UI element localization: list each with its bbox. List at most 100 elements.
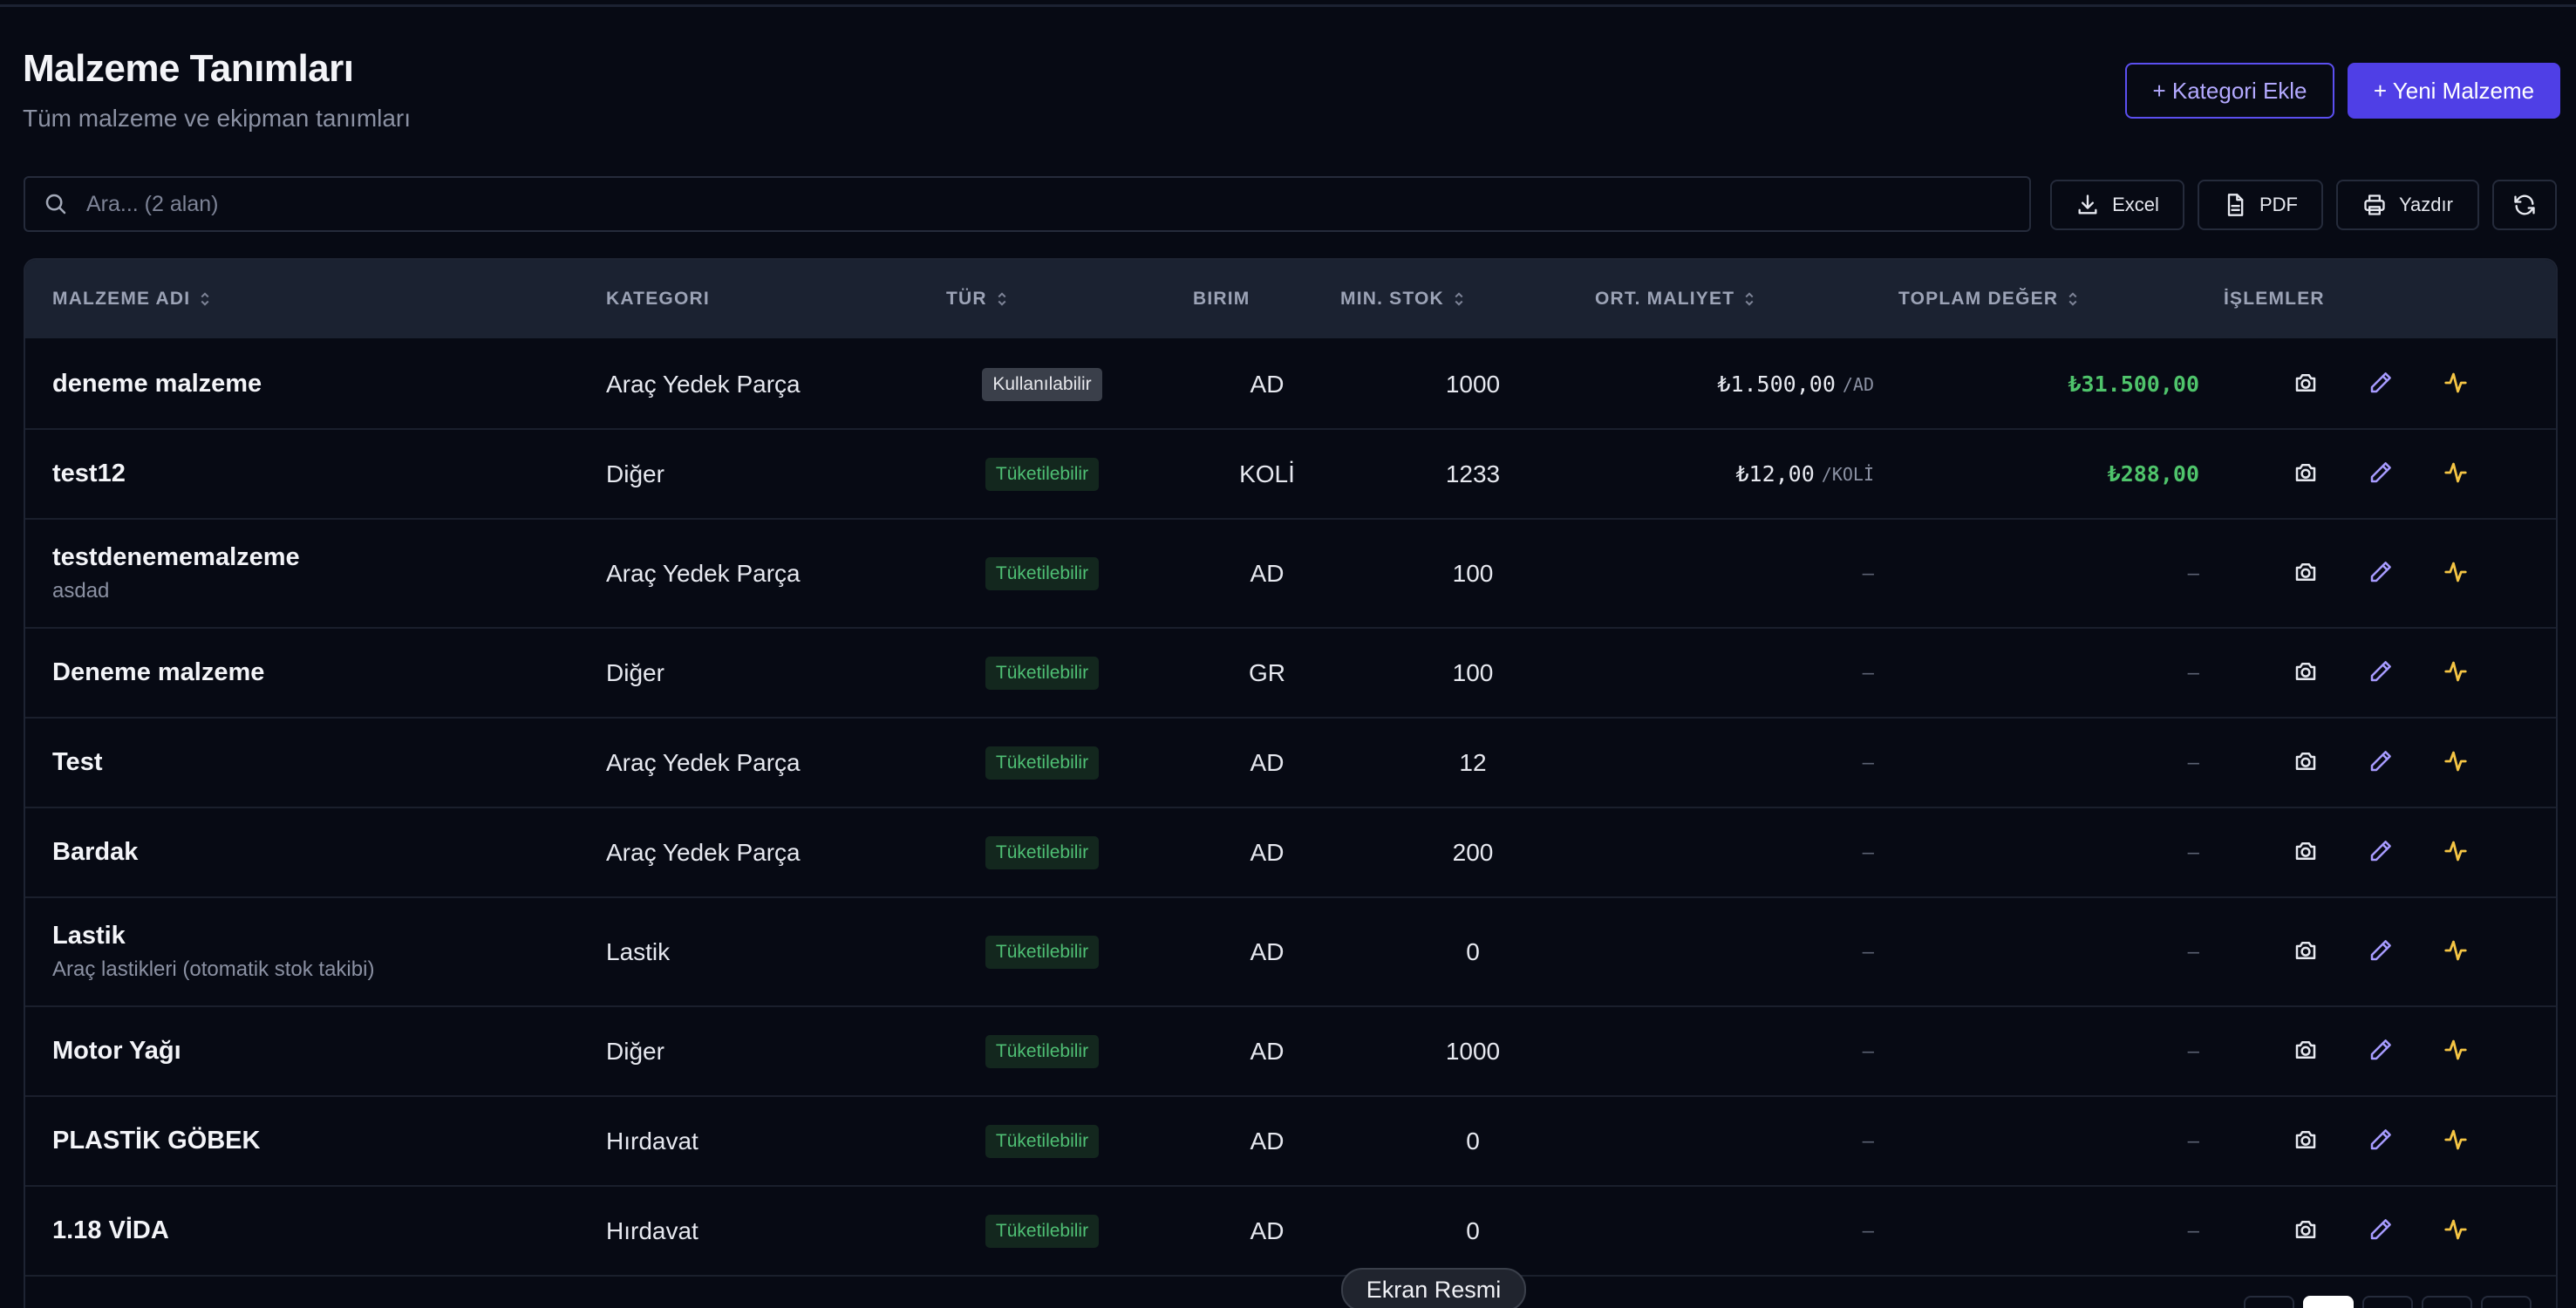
camera-button[interactable] [2286,834,2326,874]
item-avg-cost: – [1595,1097,1874,1185]
activity-button[interactable] [2436,555,2476,595]
activity-icon [2443,937,2469,968]
table-row[interactable]: 1.18 VİDA Hırdavat Tüketilebilir AD 0 – … [25,1187,2556,1277]
pagination-page[interactable] [2422,1296,2472,1308]
top-divider [0,0,2576,7]
camera-button[interactable] [2286,1122,2326,1162]
item-name-cell: deneme malzeme [52,340,576,428]
avg-cost-value: – [1862,1039,1874,1063]
pencil-icon [2368,460,2394,490]
activity-button[interactable] [2436,1032,2476,1073]
sort-icon [2068,292,2077,306]
table-row[interactable]: Test Araç Yedek Parça Tüketilebilir AD 1… [25,719,2556,808]
column-header-name[interactable]: MALZEME ADI [52,260,211,338]
camera-button[interactable] [2286,1032,2326,1073]
column-header-type[interactable]: TÜR [946,260,1008,338]
edit-button[interactable] [2361,1032,2401,1073]
column-header-min-stock[interactable]: MIN. STOK [1340,260,1465,338]
camera-button[interactable] [2286,455,2326,495]
item-total-value: – [2187,750,2199,774]
item-min-stock: 12 [1459,748,1487,776]
item-min-stock: 100 [1452,559,1494,587]
new-item-button[interactable]: + Yeni Malzeme [2348,63,2560,119]
item-type-cell: Tüketilebilir [946,808,1138,896]
avg-cost-value: – [1862,660,1874,685]
pagination-prev[interactable] [2244,1296,2294,1308]
camera-button[interactable] [2286,555,2326,595]
activity-button[interactable] [2436,933,2476,973]
search-input[interactable] [86,191,1918,217]
item-name: Test [52,748,103,776]
item-avg-cost: – [1595,898,1874,1005]
edit-button[interactable] [2361,455,2401,495]
edit-button[interactable] [2361,1212,2401,1252]
pdf-export-button[interactable]: PDF [2198,180,2323,230]
item-total-value: ₺288,00 [2107,461,2199,487]
type-badge: Kullanılabilir [982,367,1102,401]
activity-button[interactable] [2436,1212,2476,1252]
edit-button[interactable] [2361,1122,2401,1162]
table-row[interactable]: PLASTİK GÖBEK Hırdavat Tüketilebilir AD … [25,1097,2556,1187]
item-name: Motor Yağı [52,1037,181,1065]
add-category-button[interactable]: + Kategori Ekle [2125,63,2334,119]
table-row[interactable]: testdenememalzeme asdad Araç Yedek Parça… [25,520,2556,629]
camera-button[interactable] [2286,933,2326,973]
table-row[interactable]: deneme malzeme Araç Yedek Parça Kullanıl… [25,340,2556,430]
pagination-page[interactable] [2362,1296,2413,1308]
pencil-icon [2368,370,2394,400]
item-type-cell: Tüketilebilir [946,1187,1138,1275]
screenshot-pill[interactable]: Ekran Resmi [1341,1268,1526,1308]
sort-icon [998,292,1006,306]
edit-button[interactable] [2361,834,2401,874]
camera-button[interactable] [2286,744,2326,784]
table-row[interactable]: Bardak Araç Yedek Parça Tüketilebilir AD… [25,808,2556,898]
camera-button[interactable] [2286,365,2326,405]
camera-button[interactable] [2286,1212,2326,1252]
item-category: Araç Yedek Parça [606,370,801,398]
pagination-next[interactable] [2481,1296,2532,1308]
activity-button[interactable] [2436,744,2476,784]
activity-button[interactable] [2436,1122,2476,1162]
item-total-value: – [2187,561,2199,585]
type-badge: Tüketilebilir [985,656,1100,690]
item-name-cell: test12 [52,430,576,518]
page-title: Malzeme Tanımları [23,47,354,90]
excel-export-button[interactable]: Excel [2050,180,2184,230]
camera-icon [2293,1216,2319,1247]
item-type-cell: Tüketilebilir [946,1007,1138,1095]
camera-icon [2293,370,2319,400]
materials-table: MALZEME ADI KATEGORI TÜR BIRIM MIN. STOK… [24,258,2558,1308]
edit-button[interactable] [2361,654,2401,694]
activity-icon [2443,838,2469,869]
activity-button[interactable] [2436,455,2476,495]
pencil-icon [2368,937,2394,968]
refresh-button[interactable] [2492,180,2557,230]
table-row[interactable]: test12 Diğer Tüketilebilir KOLİ 1233 ₺12… [25,430,2556,520]
search-box[interactable] [24,176,2031,232]
pencil-icon [2368,1216,2394,1247]
camera-icon [2293,460,2319,490]
pagination-current-page[interactable] [2303,1296,2354,1308]
type-badge: Tüketilebilir [985,1214,1100,1248]
edit-button[interactable] [2361,933,2401,973]
column-header-avg-cost[interactable]: ORT. MALIYET [1595,260,1755,338]
edit-button[interactable] [2361,744,2401,784]
table-row[interactable]: Lastik Araç lastikleri (otomatik stok ta… [25,898,2556,1007]
edit-button[interactable] [2361,555,2401,595]
table-row[interactable]: Deneme malzeme Diğer Tüketilebilir GR 10… [25,629,2556,719]
table-row[interactable]: Motor Yağı Diğer Tüketilebilir AD 1000 –… [25,1007,2556,1097]
camera-button[interactable] [2286,654,2326,694]
type-badge: Tüketilebilir [985,457,1100,491]
column-header-total-value[interactable]: TOPLAM DEĞER [1898,260,2079,338]
item-name: 1.18 VİDA [52,1216,169,1244]
activity-button[interactable] [2436,834,2476,874]
item-name-cell: Deneme malzeme [52,629,576,717]
avg-cost-value: – [1862,840,1874,864]
edit-button[interactable] [2361,365,2401,405]
sort-icon [1455,292,1463,306]
avg-cost-value: – [1862,561,1874,585]
activity-button[interactable] [2436,365,2476,405]
item-min-stock: 1000 [1445,370,1501,398]
print-button[interactable]: Yazdır [2336,180,2479,230]
activity-button[interactable] [2436,654,2476,694]
